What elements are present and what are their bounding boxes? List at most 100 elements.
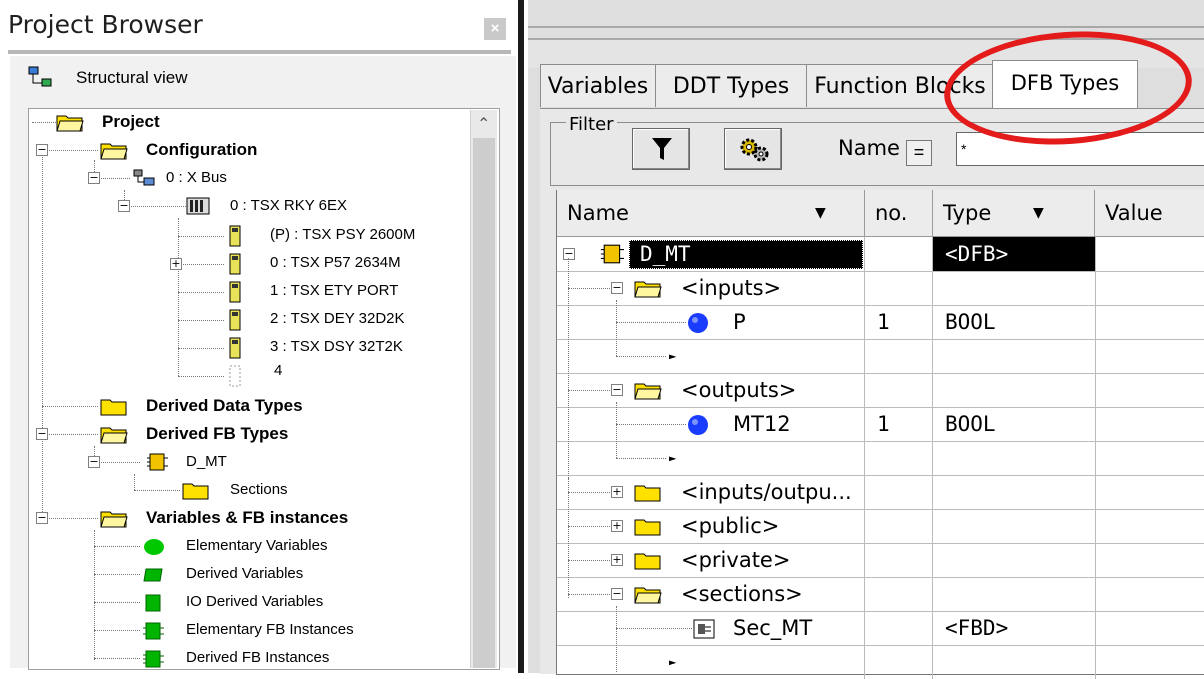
scroll-up-icon[interactable]: ⌃	[477, 114, 490, 134]
tab-function-blocks[interactable]: Function Blocks	[806, 64, 994, 107]
collapse-icon[interactable]: −	[88, 456, 100, 468]
module-icon	[229, 253, 241, 275]
column-header-no[interactable]: no.	[865, 190, 933, 237]
collapse-icon[interactable]: −	[36, 144, 48, 156]
folder-icon	[100, 399, 127, 416]
row-type: <FBD>	[945, 616, 1009, 640]
column-header-name[interactable]: Name ▼	[557, 190, 865, 237]
column-header-label: Value	[1105, 201, 1163, 225]
collapse-icon[interactable]: −	[611, 282, 623, 294]
collapse-icon[interactable]: −	[36, 512, 48, 524]
row-type: BOOL	[945, 412, 996, 436]
tree-label: Derived FB Types	[146, 424, 289, 443]
filter-button[interactable]	[632, 128, 690, 170]
tree-label: 1 : TSX ETY PORT	[270, 282, 399, 299]
green-bullet-icon	[144, 539, 164, 555]
title-separator	[8, 50, 511, 54]
scrollbar-thumb[interactable]	[473, 138, 495, 668]
tree-label: IO Derived Variables	[186, 593, 324, 610]
expand-icon[interactable]: +	[611, 520, 623, 532]
bus-icon	[133, 169, 155, 186]
row-no: 1	[877, 310, 890, 334]
name-filter-label: Name	[838, 136, 900, 160]
collapse-icon[interactable]: −	[611, 384, 623, 396]
tree-label: 3 : TSX DSY 32T2K	[270, 338, 403, 355]
close-panel-button[interactable]: ×	[484, 18, 506, 40]
module-icon	[229, 309, 241, 331]
table-row[interactable]: − <sections>	[557, 577, 1204, 612]
table-row[interactable]: − D_MT <DFB>	[557, 237, 1204, 272]
row-name: <sections>	[681, 582, 803, 606]
collapse-icon[interactable]: −	[118, 200, 130, 212]
settings-button[interactable]	[724, 128, 782, 170]
expand-icon[interactable]: +	[611, 554, 623, 566]
table-row[interactable]: ►	[557, 645, 1204, 679]
tab-dfb-types[interactable]: DFB Types	[992, 60, 1138, 108]
collapse-icon[interactable]: −	[36, 428, 48, 440]
folder-open-icon	[634, 281, 662, 298]
caret-icon: ►	[669, 451, 677, 465]
table-row[interactable]: + <private>	[557, 543, 1204, 578]
folder-icon	[182, 483, 209, 500]
sort-arrow-icon[interactable]: ▼	[1033, 190, 1044, 236]
expand-icon[interactable]: +	[170, 258, 182, 270]
structural-view-icon	[28, 66, 52, 87]
column-header-type[interactable]: Type ▼	[933, 190, 1095, 237]
tree-label: Configuration	[146, 140, 258, 159]
table-row[interactable]: + <inputs/outpu...	[557, 475, 1204, 510]
row-type: BOOL	[945, 310, 996, 334]
tree-label: Project	[102, 112, 160, 131]
tree-label: Elementary FB Instances	[186, 621, 354, 638]
selected-name-cell[interactable]: D_MT	[629, 240, 863, 269]
gear-icon	[740, 138, 769, 162]
tree-label: 4	[274, 362, 283, 379]
collapse-icon[interactable]: −	[563, 248, 575, 260]
sort-arrow-icon[interactable]: ▼	[815, 190, 826, 236]
expand-icon[interactable]: +	[611, 486, 623, 498]
collapse-icon[interactable]: −	[611, 588, 623, 600]
module-icon	[229, 281, 241, 303]
caret-icon: ►	[669, 349, 677, 363]
dfb-icon	[600, 244, 624, 264]
rack-icon	[186, 197, 210, 215]
equals-operator-button[interactable]: =	[906, 140, 932, 166]
tree-label: Derived Data Types	[146, 396, 303, 415]
module-icon	[229, 225, 241, 247]
row-name: D_MT	[640, 242, 691, 266]
splitter-bar[interactable]	[518, 0, 524, 673]
selected-type-cell[interactable]: <DFB>	[933, 237, 1095, 271]
row-name: Sec_MT	[733, 616, 813, 640]
folder-icon	[634, 519, 661, 536]
fb-instance-icon	[143, 622, 164, 640]
toolbar-line	[528, 26, 1204, 28]
tree-label: 2 : TSX DEY 32D2K	[270, 310, 405, 327]
folder-icon	[634, 485, 661, 502]
row-name: <private>	[681, 548, 791, 572]
tab-variables[interactable]: Variables	[540, 64, 656, 107]
column-header-label: no.	[875, 201, 908, 225]
tree-scrollbar[interactable]: ⌃	[470, 110, 497, 668]
tab-ddt-types[interactable]: DDT Types	[655, 64, 807, 107]
fbd-section-icon	[693, 619, 715, 639]
filter-label: Filter	[566, 114, 617, 135]
column-header-value[interactable]: Value	[1095, 190, 1204, 237]
tree-label: D_MT	[186, 453, 227, 470]
folder-open-icon	[100, 427, 128, 444]
derived-variable-icon	[143, 568, 163, 582]
table-row[interactable]: − <inputs>	[557, 271, 1204, 306]
io-variable-icon	[145, 594, 161, 612]
folder-open-icon	[100, 511, 128, 528]
tree-label: Derived Variables	[186, 565, 304, 582]
table-row[interactable]: + <public>	[557, 509, 1204, 544]
collapse-icon[interactable]: −	[88, 172, 100, 184]
row-name: <outputs>	[681, 378, 797, 402]
project-browser-title: Project Browser	[8, 10, 203, 39]
tree-label: Sections	[230, 481, 288, 498]
row-name: <inputs>	[681, 276, 782, 300]
row-name: MT12	[733, 412, 791, 436]
filter-icon	[652, 138, 672, 160]
folder-open-icon	[100, 143, 128, 160]
tree-label: 0 : TSX RKY 6EX	[230, 197, 348, 214]
name-filter-input[interactable]	[956, 132, 1204, 166]
table-row[interactable]: − <outputs>	[557, 373, 1204, 408]
